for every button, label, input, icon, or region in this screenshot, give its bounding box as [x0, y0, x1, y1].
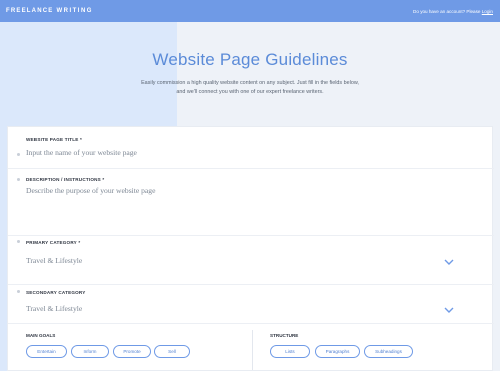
top-navigation-bar: FREELANCE WRITING Do you have an account…: [0, 0, 500, 22]
goal-option-inform[interactable]: Inform: [71, 345, 109, 358]
login-link[interactable]: Login: [482, 9, 493, 14]
guidelines-form: WEBSITE PAGE TITLE * Input the name of y…: [7, 126, 494, 371]
secondary-category-label: SECONDARY CATEGORY: [26, 290, 86, 295]
description-textarea[interactable]: Describe the purpose of your website pag…: [26, 186, 155, 195]
field-bullet-icon: [17, 153, 20, 156]
structure-option-subheadings[interactable]: Subheadings: [364, 345, 413, 358]
page-title-field[interactable]: WEBSITE PAGE TITLE * Input the name of y…: [8, 127, 494, 169]
page-title-input[interactable]: Input the name of your website page: [26, 148, 137, 157]
primary-category-select[interactable]: Travel & Lifestyle: [26, 256, 82, 265]
logo-text-writing: WRITING: [56, 8, 93, 14]
goal-option-promote[interactable]: Promote: [113, 345, 151, 358]
chevron-down-icon[interactable]: [444, 306, 454, 314]
primary-category-field[interactable]: PRIMARY CATEGORY * Travel & Lifestyle: [8, 236, 494, 285]
section-divider: [252, 330, 253, 370]
chevron-down-icon[interactable]: [444, 258, 454, 266]
secondary-category-field[interactable]: SECONDARY CATEGORY Travel & Lifestyle: [8, 285, 494, 324]
field-bullet-icon: [17, 290, 20, 293]
freelance-writing-logo[interactable]: FREELANCE WRITING: [6, 8, 93, 14]
main-goals-label: MAIN GOALS: [26, 333, 56, 338]
structure-option-lists[interactable]: Lists: [270, 345, 310, 358]
logo-text-freelance: FREELANCE: [6, 8, 54, 14]
account-prompt-text: Do you have an account? Please: [413, 8, 481, 14]
goal-option-entertain[interactable]: Entertain: [26, 345, 67, 358]
page-subtitle: Easily commission a high quality website…: [120, 79, 380, 96]
primary-category-label: PRIMARY CATEGORY *: [26, 240, 81, 245]
field-bullet-icon: [17, 178, 20, 181]
goals-structure-section: MAIN GOALS Entertain Inform Promote Sell…: [8, 324, 494, 371]
subtitle-line-1: Easily commission a high quality website…: [141, 80, 359, 86]
page-title: Website Page Guidelines: [152, 50, 348, 69]
page-title-label: WEBSITE PAGE TITLE *: [26, 137, 82, 142]
description-field[interactable]: DESCRIPTION / INSTRUCTIONS * Describe th…: [8, 169, 494, 236]
secondary-category-select[interactable]: Travel & Lifestyle: [26, 304, 82, 313]
structure-label: STRUCTURE: [270, 333, 299, 338]
subtitle-line-2: and we'll connect you with one of our ex…: [176, 88, 324, 95]
description-label: DESCRIPTION / INSTRUCTIONS *: [26, 177, 105, 182]
goal-option-sell[interactable]: Sell: [154, 345, 190, 358]
account-prompt: Do you have an account? Please Login: [413, 9, 493, 14]
structure-option-paragraphs[interactable]: Paragraphs: [315, 345, 360, 358]
field-bullet-icon: [17, 240, 20, 243]
